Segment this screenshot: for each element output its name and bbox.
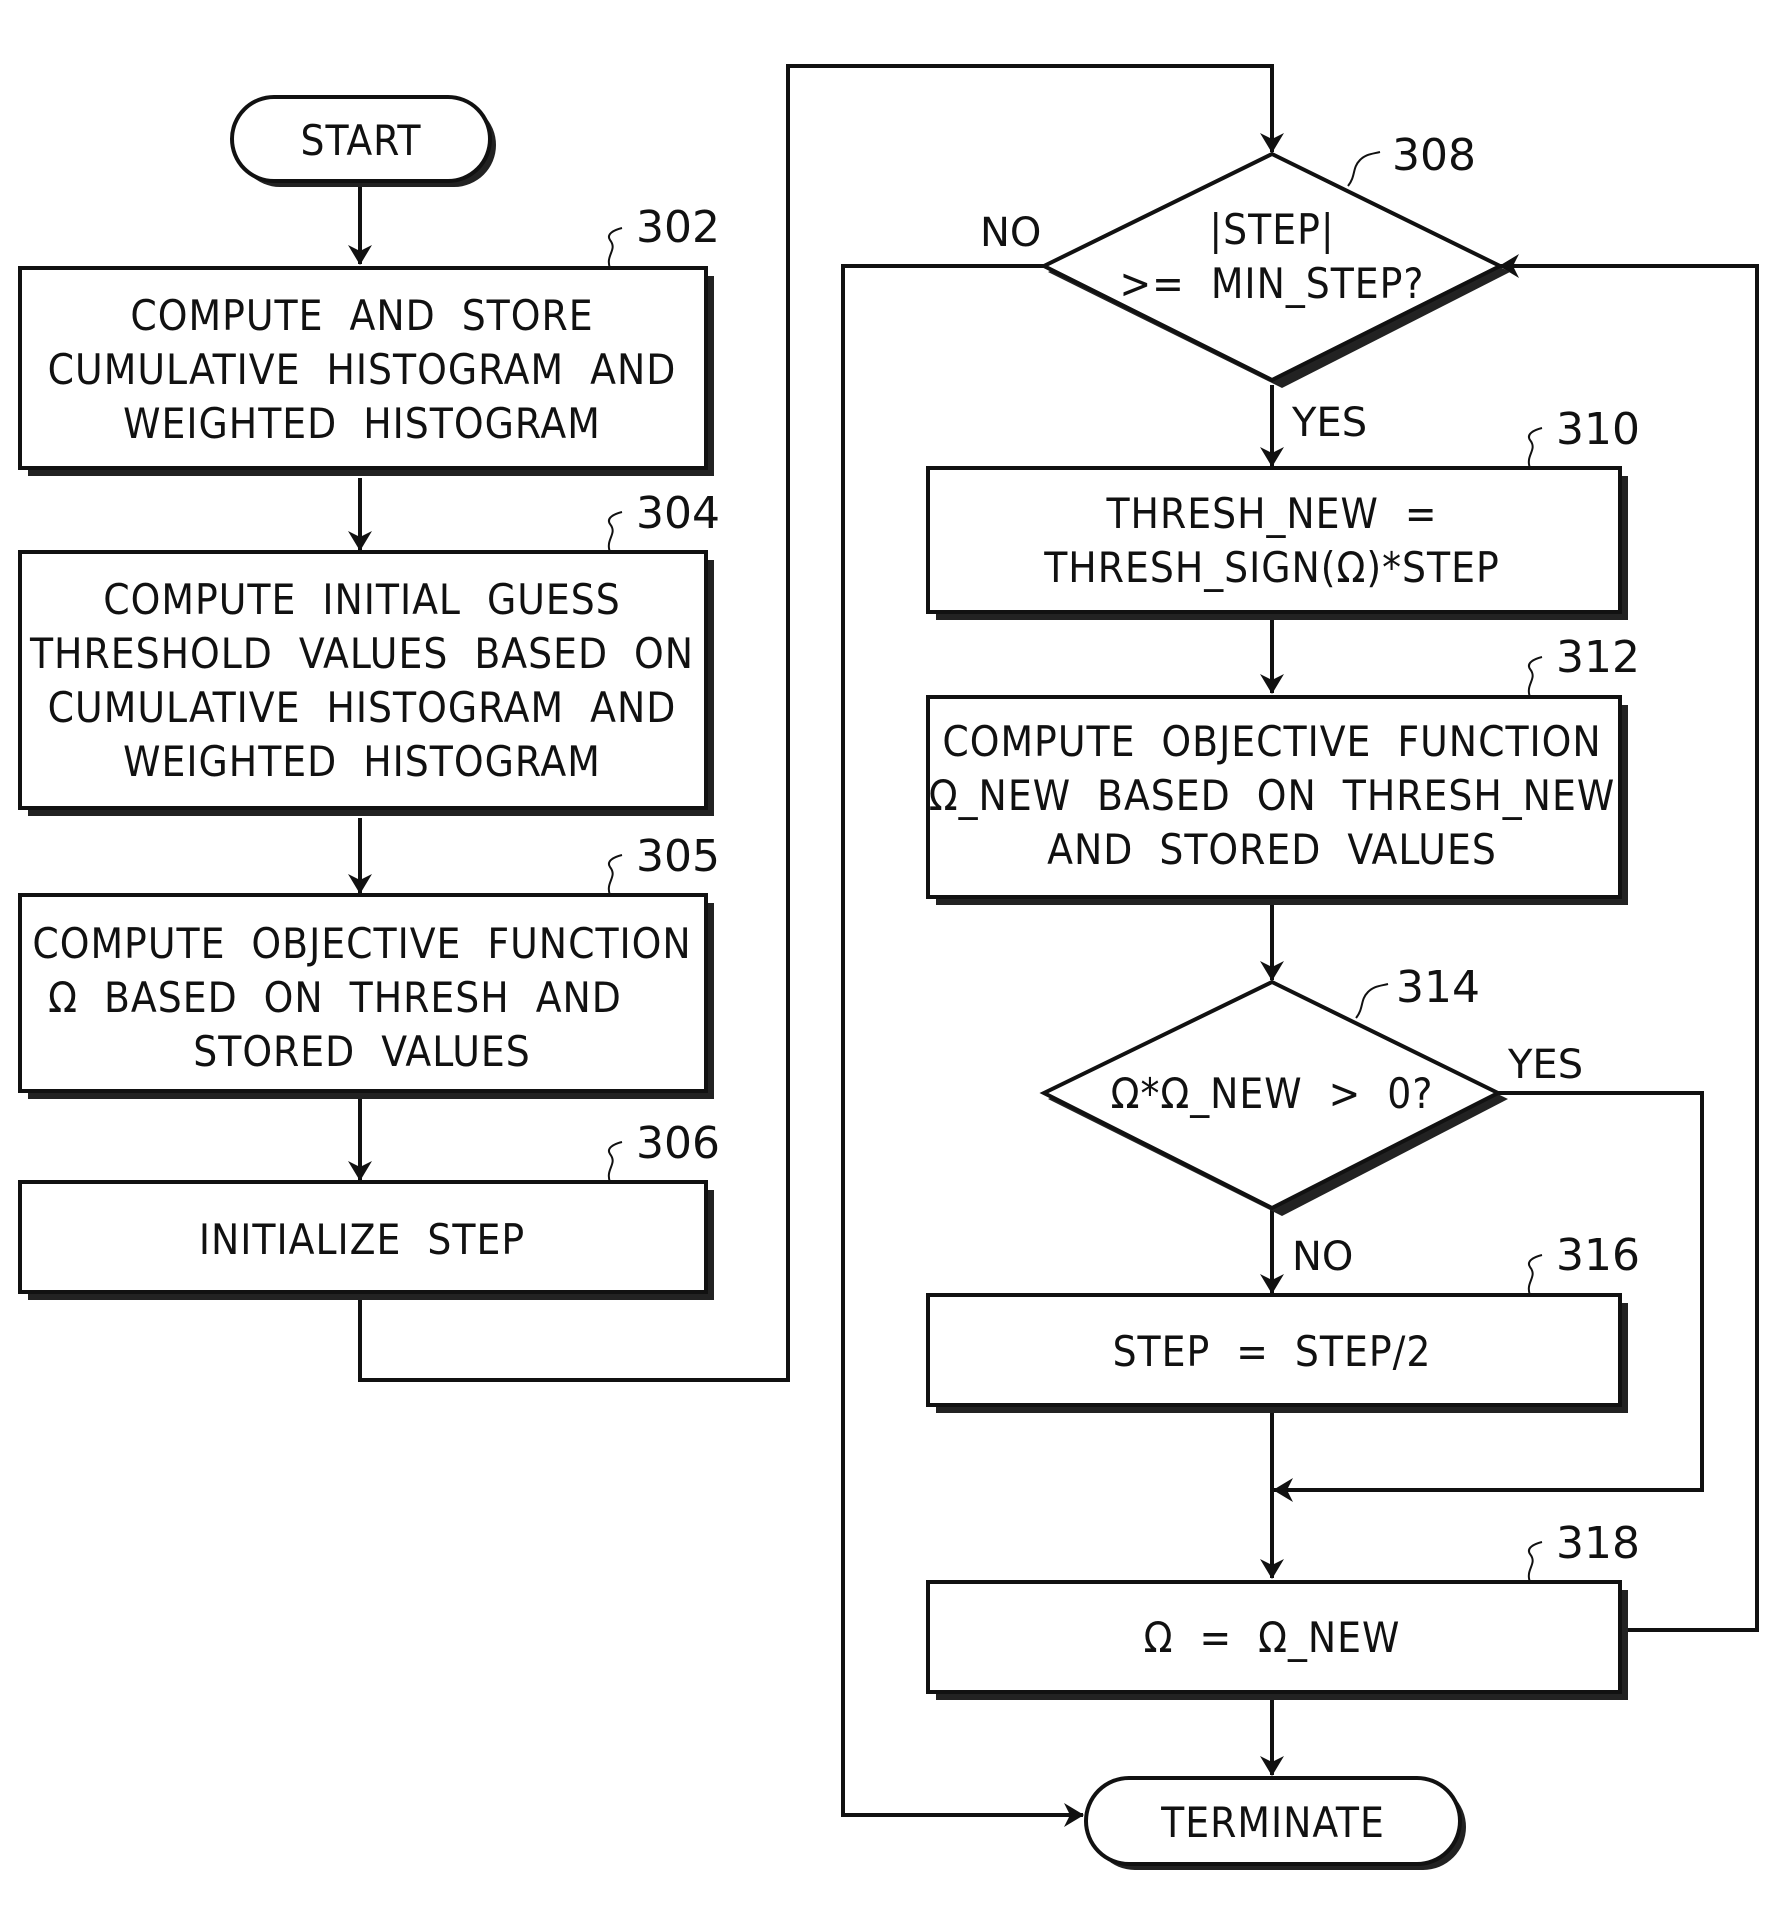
process-302-line-2: CUMULATIVE HISTOGRAM AND: [48, 345, 677, 394]
decision-308-yes-label: YES: [1291, 400, 1367, 446]
process-305-line-3: STORED VALUES: [193, 1027, 531, 1076]
ref-312: 312: [1556, 632, 1640, 683]
start-terminal: START: [230, 95, 496, 187]
decision-308: |STEP| >= MIN_STEP? 308 NO YES: [980, 130, 1510, 446]
terminate-terminal: TERMINATE: [1084, 1776, 1466, 1870]
process-302: COMPUTE AND STORE CUMULATIVE HISTOGRAM A…: [18, 202, 720, 476]
process-312-line-3: AND STORED VALUES: [1047, 825, 1497, 874]
ref-318: 318: [1556, 1518, 1640, 1569]
process-312-line-2: Ω_NEW BASED ON THRESH_NEW: [929, 771, 1615, 820]
process-316: STEP = STEP/2 316: [926, 1230, 1640, 1413]
process-304: COMPUTE INITIAL GUESS THRESHOLD VALUES B…: [18, 488, 720, 816]
process-310: THRESH_NEW = THRESH_SIGN(Ω)*STEP 310: [926, 404, 1640, 620]
process-312-line-1: COMPUTE OBJECTIVE FUNCTION: [942, 717, 1601, 766]
process-304-line-2: THRESHOLD VALUES BASED ON: [29, 629, 694, 678]
process-305: COMPUTE OBJECTIVE FUNCTION Ω BASED ON TH…: [18, 831, 720, 1099]
ref-306: 306: [636, 1118, 720, 1169]
terminate-label: TERMINATE: [1160, 1798, 1385, 1847]
process-312: COMPUTE OBJECTIVE FUNCTION Ω_NEW BASED O…: [926, 632, 1640, 905]
ref-304: 304: [636, 488, 720, 539]
ref-310: 310: [1556, 404, 1640, 455]
ref-314: 314: [1396, 962, 1480, 1013]
process-306-line-1: INITIALIZE STEP: [199, 1215, 525, 1264]
ref-316: 316: [1556, 1230, 1640, 1281]
ref-308: 308: [1392, 130, 1476, 181]
process-310-line-2: THRESH_SIGN(Ω)*STEP: [1043, 543, 1500, 592]
process-318-line-1: Ω = Ω_NEW: [1144, 1613, 1401, 1662]
process-305-line-2: Ω BASED ON THRESH AND: [48, 973, 622, 1022]
decision-314-line-1: Ω*Ω_NEW > 0?: [1111, 1069, 1434, 1118]
decision-314-yes-label: YES: [1507, 1042, 1583, 1088]
decision-308-line-2: >= MIN_STEP?: [1120, 259, 1425, 308]
ref-305: 305: [636, 831, 720, 882]
process-304-line-4: WEIGHTED HISTOGRAM: [123, 737, 601, 786]
ref-302: 302: [636, 202, 720, 253]
process-305-line-1: COMPUTE OBJECTIVE FUNCTION: [32, 919, 691, 968]
decision-308-no-label: NO: [980, 210, 1041, 256]
process-302-line-3: WEIGHTED HISTOGRAM: [123, 399, 601, 448]
process-304-line-3: CUMULATIVE HISTOGRAM AND: [48, 683, 677, 732]
start-label: START: [301, 116, 422, 165]
process-302-line-1: COMPUTE AND STORE: [130, 291, 593, 340]
process-318: Ω = Ω_NEW 318: [926, 1518, 1640, 1700]
decision-308-line-1: |STEP|: [1209, 205, 1334, 254]
decision-314: Ω*Ω_NEW > 0? 314 YES NO: [1039, 962, 1583, 1280]
process-304-line-1: COMPUTE INITIAL GUESS: [103, 575, 621, 624]
process-310-line-1: THRESH_NEW =: [1105, 489, 1437, 538]
flowchart: START COMPUTE AND STORE CUMULATIVE HISTO…: [18, 64, 1759, 1870]
decision-314-no-label: NO: [1292, 1234, 1353, 1280]
process-306: INITIALIZE STEP 306: [18, 1118, 720, 1300]
process-316-line-1: STEP = STEP/2: [1113, 1327, 1432, 1376]
